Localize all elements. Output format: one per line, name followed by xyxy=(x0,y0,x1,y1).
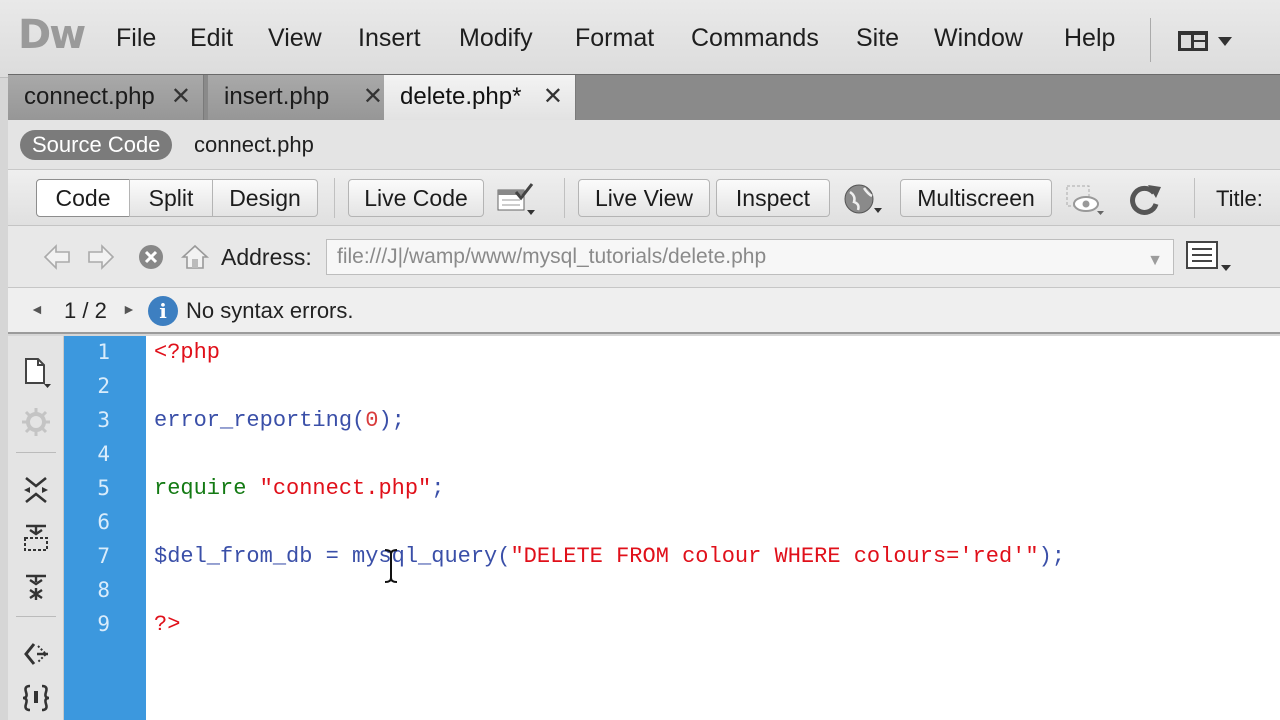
menu-view[interactable]: View xyxy=(268,24,322,53)
coding-status-bar: ◄ 1 / 2 ► i No syntax errors. xyxy=(8,288,1280,334)
address-label: Address: xyxy=(221,244,312,270)
live-code-button[interactable]: Live Code xyxy=(348,179,484,217)
previous-arrow-icon[interactable]: ◄ xyxy=(30,301,44,317)
line-number: 3 xyxy=(97,408,110,432)
code-token: ); xyxy=(378,408,405,433)
compatibility-check-icon[interactable] xyxy=(496,182,536,216)
view-options-icon[interactable] xyxy=(1184,238,1234,276)
collapse-tag-icon[interactable] xyxy=(20,474,52,506)
menu-divider xyxy=(1150,18,1151,62)
info-icon: i xyxy=(148,296,178,326)
text-cursor-icon xyxy=(384,549,398,583)
tab-label: delete.php* xyxy=(400,83,522,110)
title-label: Title: xyxy=(1216,186,1263,211)
design-view-button[interactable]: Design xyxy=(212,179,318,217)
address-value: file:///J|/wamp/www/mysql_tutorials/dele… xyxy=(337,245,767,268)
code-token: ); xyxy=(1038,544,1065,569)
forward-arrow-icon[interactable] xyxy=(86,242,116,272)
home-icon[interactable] xyxy=(180,242,210,272)
code-token: ; xyxy=(431,476,445,501)
tab-insert[interactable]: insert.php ✕ xyxy=(208,75,396,121)
menu-bar: Dw File Edit View Insert Modify Format C… xyxy=(0,0,1280,78)
error-count: 1 / 2 xyxy=(64,298,107,323)
live-view-button[interactable]: Live View xyxy=(578,179,710,217)
document-tabs: connect.php ✕ insert.php ✕ delete.php* ✕ xyxy=(8,74,1280,121)
toolbar-divider xyxy=(1194,178,1195,218)
related-files-bar: Source Code connect.php xyxy=(8,120,1280,170)
line-number-gutter: 1 2 3 4 5 6 7 8 9 xyxy=(64,336,146,720)
code-token: error_reporting( xyxy=(154,408,366,433)
menu-format[interactable]: Format xyxy=(575,24,654,53)
workspace-layout-icon[interactable] xyxy=(1176,28,1236,54)
code-line: ?> xyxy=(154,610,180,640)
split-view-button[interactable]: Split xyxy=(129,179,213,217)
multiscreen-button[interactable]: Multiscreen xyxy=(900,179,1052,217)
menu-window[interactable]: Window xyxy=(934,24,1023,53)
line-number: 2 xyxy=(97,374,110,398)
tab-label: insert.php xyxy=(224,83,330,110)
expand-all-icon[interactable] xyxy=(20,570,52,602)
code-token: "DELETE FROM colour WHERE colours='red'" xyxy=(510,544,1039,569)
menu-modify[interactable]: Modify xyxy=(459,24,533,53)
code-area[interactable]: <?php error_reporting(0); require "connect… xyxy=(154,336,1254,720)
menu-help[interactable]: Help xyxy=(1064,24,1115,53)
line-number: 5 xyxy=(97,476,110,500)
refresh-icon[interactable] xyxy=(1126,182,1166,216)
select-parent-tag-icon[interactable] xyxy=(20,638,52,670)
tab-label: connect.php xyxy=(24,83,155,110)
gear-icon[interactable] xyxy=(20,406,52,438)
globe-icon[interactable] xyxy=(842,182,882,216)
line-number: 8 xyxy=(97,578,110,602)
related-file-connect[interactable]: connect.php xyxy=(194,132,314,158)
stop-icon[interactable] xyxy=(136,242,166,272)
line-number: 1 xyxy=(97,340,110,364)
tab-connect[interactable]: connect.php ✕ xyxy=(8,75,204,121)
code-view-button[interactable]: Code xyxy=(36,179,130,217)
close-icon[interactable]: ✕ xyxy=(543,75,563,119)
code-editor[interactable]: 1 2 3 4 5 6 7 8 9 <?php error_reporting(0… xyxy=(8,336,1280,720)
menu-edit[interactable]: Edit xyxy=(190,24,233,53)
menu-commands[interactable]: Commands xyxy=(691,24,819,53)
document-toolbar: Code Split Design Live Code Live View In… xyxy=(8,170,1280,226)
close-icon[interactable]: ✕ xyxy=(171,75,191,119)
next-arrow-icon[interactable]: ► xyxy=(122,301,136,317)
code-line: require "connect.php"; xyxy=(154,474,444,504)
toolbar-divider xyxy=(16,452,56,453)
balance-braces-icon[interactable] xyxy=(20,682,52,714)
app-logo: Dw xyxy=(18,12,86,58)
tab-delete[interactable]: delete.php* ✕ xyxy=(384,75,576,121)
code-token: require xyxy=(154,476,260,501)
code-line: $del_from_db = mysql_query("DELETE FROM … xyxy=(154,542,1065,572)
toolbar-divider xyxy=(16,616,56,617)
code-token: $del_from_db = mysql_query( xyxy=(154,544,511,569)
line-number: 4 xyxy=(97,442,110,466)
coding-toolbar xyxy=(8,336,64,720)
browser-navigation-bar: Address: file:///J|/wamp/www/mysql_tutor… xyxy=(8,226,1280,288)
chevron-down-icon[interactable]: ▼ xyxy=(1147,244,1163,278)
syntax-status-message: No syntax errors. xyxy=(186,298,354,323)
source-code-button[interactable]: Source Code xyxy=(20,130,173,160)
code-token: 0 xyxy=(365,408,379,433)
code-token: <?php xyxy=(154,340,221,365)
code-token: "connect.php" xyxy=(259,476,432,501)
code-line: <?php xyxy=(154,338,220,368)
address-input[interactable]: file:///J|/wamp/www/mysql_tutorials/dele… xyxy=(326,239,1174,275)
code-token: ?> xyxy=(154,612,181,637)
back-arrow-icon[interactable] xyxy=(42,242,72,272)
inspect-button[interactable]: Inspect xyxy=(716,179,830,217)
line-number: 9 xyxy=(97,612,110,636)
toolbar-divider xyxy=(334,178,335,218)
code-line: error_reporting(0); xyxy=(154,406,405,436)
line-number: 7 xyxy=(97,544,110,568)
menu-file[interactable]: File xyxy=(116,24,156,53)
menu-site[interactable]: Site xyxy=(856,24,899,53)
open-documents-icon[interactable] xyxy=(20,356,52,388)
visual-aids-icon[interactable] xyxy=(1064,182,1104,216)
line-number: 6 xyxy=(97,510,110,534)
menu-insert[interactable]: Insert xyxy=(358,24,421,53)
close-icon[interactable]: ✕ xyxy=(363,75,383,119)
collapse-selection-icon[interactable] xyxy=(20,522,52,554)
toolbar-divider xyxy=(564,178,565,218)
